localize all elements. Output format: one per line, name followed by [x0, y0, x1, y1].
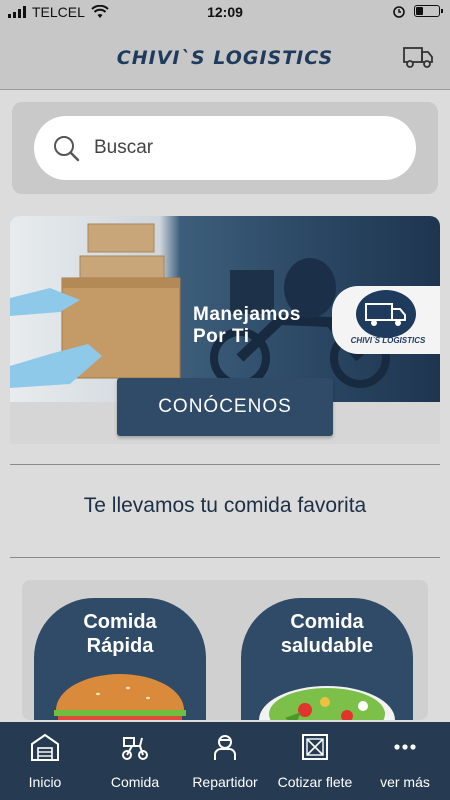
banner-slogan-line2: Por Ti	[193, 326, 250, 347]
nav-item-comida[interactable]: Comida	[90, 722, 180, 800]
category-healthy-food-line2: saludable	[280, 635, 374, 657]
nav-label-repartidor: Repartidor	[192, 774, 258, 790]
salad-image	[259, 686, 395, 720]
promo-banner: Manejamos Por Ti CHIVI`S LOGISTICS CONÓC…	[10, 216, 440, 444]
divider-top	[10, 464, 440, 465]
category-healthy-food[interactable]: Comida saludable	[241, 598, 413, 720]
nav-label-cotizar-flete: Cotizar flete	[277, 774, 353, 790]
category-healthy-food-line1: Comida	[290, 611, 364, 633]
badge-text: CHIVI`S LOGISTICS	[350, 336, 426, 345]
nav-label-ver-mas: ver más	[380, 774, 430, 790]
search-input[interactable]	[94, 130, 394, 166]
badge-truck-icon	[356, 290, 416, 338]
burger-image	[54, 674, 186, 720]
category-fast-food[interactable]: Comida Rápida	[34, 598, 206, 720]
brand-logo: CHIVI`S LOGISTICS	[110, 38, 340, 78]
scooter-icon	[122, 737, 148, 760]
battery-icon	[414, 5, 443, 17]
banner-logo-badge: CHIVI`S LOGISTICS	[332, 286, 440, 354]
section-tagline: Te llevamos tu comida favorita	[83, 494, 367, 517]
crate-icon	[302, 734, 328, 760]
nav-label-inicio: Inicio	[28, 774, 62, 790]
status-right	[392, 4, 443, 18]
category-fast-food-title: Comida Rápida	[34, 610, 206, 658]
status-time: 12:09	[207, 4, 243, 20]
brand-logo-text: CHIVI`S LOGISTICS	[116, 47, 334, 69]
courier-icon	[214, 735, 236, 760]
nav-item-ver-mas[interactable]: ver más	[360, 722, 450, 800]
food-categories: Comida Rápida Comida saludable	[22, 580, 428, 720]
warehouse-icon	[31, 733, 59, 761]
bottom-nav: Inicio Comida Repartidor Cotizar flete v…	[0, 722, 450, 800]
category-fast-food-line1: Comida	[83, 611, 157, 633]
truck-icon[interactable]	[402, 42, 434, 70]
app-header: CHIVI`S LOGISTICS	[0, 24, 450, 90]
category-healthy-food-title: Comida saludable	[241, 610, 413, 658]
category-fast-food-line2: Rápida	[86, 635, 154, 657]
nav-item-cotizar-flete[interactable]: Cotizar flete	[270, 722, 360, 800]
banner-slogan: Manejamos Por Ti	[193, 304, 301, 348]
hands-with-boxes-illustration	[10, 223, 181, 388]
banner-image: Manejamos Por Ti CHIVI`S LOGISTICS	[10, 216, 440, 402]
alarm-icon	[393, 6, 405, 18]
search-bar[interactable]	[34, 116, 416, 180]
divider-bottom	[10, 557, 440, 558]
search-icon[interactable]	[52, 134, 80, 162]
more-icon	[394, 744, 416, 750]
learn-more-button[interactable]: CONÓCENOS	[117, 378, 333, 436]
nav-item-inicio[interactable]: Inicio	[0, 722, 90, 800]
nav-item-repartidor[interactable]: Repartidor	[180, 722, 270, 800]
nav-label-comida: Comida	[110, 774, 160, 790]
search-container	[12, 102, 438, 194]
status-bar: TELCEL 12:09	[0, 0, 450, 24]
banner-slogan-line1: Manejamos	[193, 304, 301, 325]
